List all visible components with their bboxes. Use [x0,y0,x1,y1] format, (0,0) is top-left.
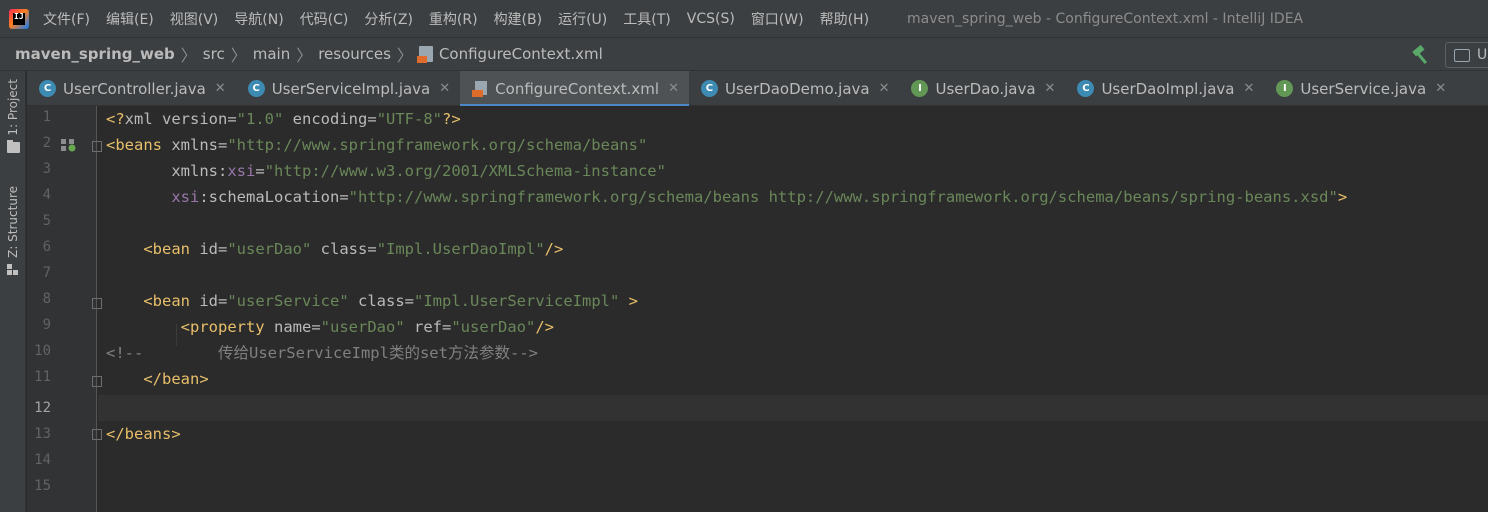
tab-label: UserDao.java [935,79,1036,98]
menu-edit[interactable]: 编辑(E) [106,9,154,29]
code-line-2: <beans xmlns="http://www.springframework… [106,136,648,154]
tab-userdaoimpl[interactable]: C UserDaoImpl.java ✕ [1065,71,1264,106]
tab-label: ConfigureContext.xml [495,79,660,98]
tab-configurecontext[interactable]: ConfigureContext.xml ✕ [460,71,689,107]
code-line-13: </beans> [106,425,181,443]
breadcrumb-file[interactable]: ConfigureContext.xml [439,45,603,63]
class-icon: C [247,80,265,97]
editor-tab-bar: C UserController.java ✕ C UserServiceImp… [27,71,1488,107]
menu-navigate[interactable]: 导航(N) [234,9,283,29]
tab-label: UserController.java [63,79,206,98]
code-line-4: xsi:schemaLocation="http://www.springfra… [171,188,1348,206]
line-number: 14 [34,452,51,468]
close-icon[interactable]: ✕ [1045,81,1056,96]
breadcrumb-separator: 〉 [180,46,197,65]
menu-file[interactable]: 文件(F) [43,9,90,29]
xml-file-icon [416,46,433,63]
interface-icon: I [1276,80,1294,97]
tab-label: UserDaoDemo.java [724,79,870,98]
run-config-selector[interactable]: U [1445,42,1488,68]
tab-userserviceimpl[interactable]: C UserServiceImpl.java ✕ [236,71,460,106]
interface-icon: I [911,80,929,97]
fold-marker-icon[interactable] [92,141,102,152]
line-number-current: 12 [34,400,51,416]
class-icon: C [700,80,718,97]
line-number: 5 [42,213,51,229]
breadcrumb-separator: 〉 [396,46,413,65]
menu-refactor[interactable]: 重构(R) [429,9,478,29]
code-line-9: <property name="userDao" ref="userDao"/> [180,318,555,336]
run-config-icon [1454,48,1470,62]
xml-icon [472,80,488,97]
menu-help[interactable]: 帮助(H) [820,9,869,29]
fold-marker-icon[interactable] [92,429,102,440]
tab-userservice[interactable]: I UserService.java ✕ [1264,71,1456,106]
code-line-6: <bean id="userDao" class="Impl.UserDaoIm… [143,240,564,258]
line-number: 9 [42,317,51,333]
window-title: maven_spring_web - ConfigureContext.xml … [907,10,1304,27]
class-icon: C [1077,80,1095,97]
tab-label: UserDaoImpl.java [1101,79,1235,98]
project-tool-label: 1: Project [6,79,20,136]
line-number: 1 [42,109,51,125]
menu-vcs[interactable]: VCS(S) [687,11,735,27]
line-number: 2 [42,135,51,151]
current-line-highlight [98,395,1488,421]
close-icon[interactable]: ✕ [1435,81,1446,96]
breadcrumb-project[interactable]: maven_spring_web [15,45,175,63]
line-number: 13 [34,426,51,442]
code-editor[interactable]: 1 2 3 4 5 6 7 8 9 10 11 12 13 14 15 <?xm… [27,106,1488,512]
spring-bean-gutter-icon[interactable] [61,139,76,152]
breadcrumb: maven_spring_web 〉 src 〉 main 〉 resource… [0,37,1488,71]
line-number: 15 [34,478,51,494]
folder-icon [6,139,20,153]
run-config-label: U [1477,47,1488,63]
menu-view[interactable]: 视图(V) [170,9,219,29]
line-number: 10 [34,343,51,359]
close-icon[interactable]: ✕ [439,81,450,96]
logo-text: IJ [14,11,24,21]
menu-code[interactable]: 代码(C) [300,9,349,29]
line-number: 8 [42,291,51,307]
close-icon[interactable]: ✕ [215,81,226,96]
line-number: 4 [42,187,51,203]
code-line-1: <?xml version="1.0" encoding="UTF-8"?> [106,110,461,128]
tab-label: UserService.java [1300,79,1427,98]
editor-gutter[interactable]: 1 2 3 4 5 6 7 8 9 10 11 12 13 14 15 [27,106,102,512]
build-hammer-icon[interactable] [1410,44,1432,66]
line-number: 11 [34,369,51,385]
breadcrumb-separator: 〉 [230,46,247,65]
menu-tools[interactable]: 工具(T) [623,9,670,29]
tab-userdao[interactable]: I UserDao.java ✕ [899,71,1065,106]
tab-usercontroller[interactable]: C UserController.java ✕ [27,71,236,106]
close-icon[interactable]: ✕ [1243,81,1254,96]
line-number: 6 [42,239,51,255]
menu-bar: IJ 文件(F) 编辑(E) 视图(V) 导航(N) 代码(C) 分析(Z) 重… [0,0,1488,37]
menu-run[interactable]: 运行(U) [558,9,607,29]
breadcrumb-src[interactable]: src [203,45,225,63]
fold-marker-icon[interactable] [92,298,102,309]
menu-analyze[interactable]: 分析(Z) [364,9,413,29]
intellij-logo-icon: IJ [9,8,29,29]
structure-icon [7,263,19,276]
class-icon: C [39,80,56,97]
structure-tool-label: Z: Structure [6,186,20,258]
code-line-3: xmlns:xsi="http://www.w3.org/2001/XMLSch… [171,162,666,180]
line-number: 3 [42,161,51,177]
breadcrumb-separator: 〉 [296,46,313,65]
code-line-10: <!-- 传给UserServiceImpl类的set方法参数--> [106,344,538,362]
menu-window[interactable]: 窗口(W) [751,9,804,29]
close-icon[interactable]: ✕ [879,81,890,96]
breadcrumb-main[interactable]: main [253,45,290,63]
code-line-11: </bean> [143,370,209,388]
close-icon[interactable]: ✕ [668,81,679,96]
breadcrumb-resources[interactable]: resources [318,45,391,63]
line-number: 7 [42,265,51,281]
code-line-8: <bean id="userService" class="Impl.UserS… [143,292,638,310]
menu-build[interactable]: 构建(B) [494,9,543,29]
tab-label: UserServiceImpl.java [271,79,431,98]
tab-userdaodemo[interactable]: C UserDaoDemo.java ✕ [689,71,900,106]
fold-marker-icon[interactable] [92,376,102,387]
